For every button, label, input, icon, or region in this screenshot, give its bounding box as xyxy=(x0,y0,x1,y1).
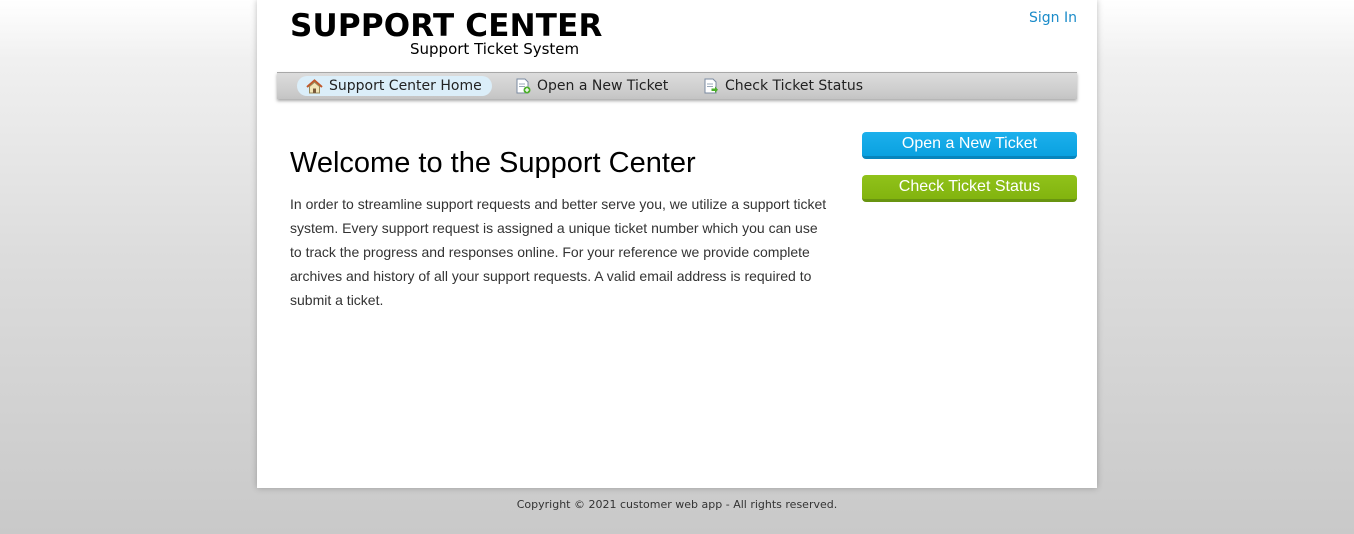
main-nav: Support Center Home Open a New Ticket Ch… xyxy=(277,72,1077,99)
welcome-text: In order to streamline support requests … xyxy=(290,196,827,308)
new-ticket-icon xyxy=(516,78,531,94)
logo-subtitle: Support Ticket System xyxy=(410,40,580,58)
logo[interactable]: SUPPORT CENTER Support Ticket System xyxy=(290,9,602,61)
home-icon xyxy=(306,78,323,93)
footer-copyright: Copyright © 2021 customer web app - All … xyxy=(516,498,838,511)
page-container: SUPPORT CENTER Support Ticket System Sig… xyxy=(257,0,1097,488)
nav-item-home[interactable]: Support Center Home xyxy=(297,76,492,96)
ticket-status-icon xyxy=(704,78,718,94)
nav-item-label: Open a New Ticket xyxy=(537,78,669,94)
sign-in-link[interactable]: Sign In xyxy=(1029,10,1077,26)
nav-item-label: Check Ticket Status xyxy=(725,78,863,94)
nav-item-new-ticket[interactable]: Open a New Ticket xyxy=(506,76,678,96)
nav-item-label: Support Center Home xyxy=(329,78,482,94)
open-new-ticket-button[interactable]: Open a New Ticket xyxy=(862,132,1077,159)
logo-title: SUPPORT CENTER xyxy=(290,8,603,44)
page-title: Welcome to the Support Center xyxy=(290,147,696,179)
check-ticket-status-button[interactable]: Check Ticket Status xyxy=(862,175,1077,202)
nav-item-check-status[interactable]: Check Ticket Status xyxy=(694,76,873,96)
